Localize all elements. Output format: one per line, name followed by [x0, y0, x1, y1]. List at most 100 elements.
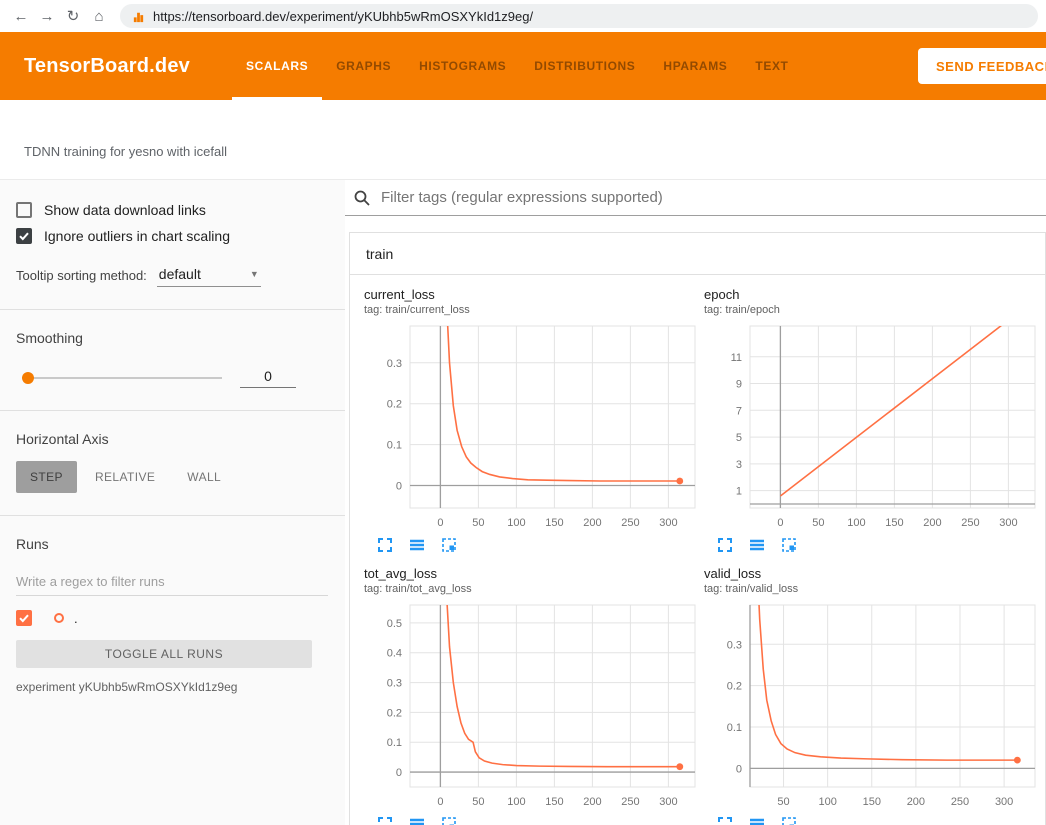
run-checkbox[interactable]	[16, 610, 32, 626]
content: Show data download links Ignore outliers…	[0, 180, 1046, 825]
ignore-outliers-checkbox[interactable]	[16, 228, 32, 244]
fit-domain-icon[interactable]	[440, 536, 458, 554]
expand-chart-icon[interactable]	[376, 536, 394, 554]
home-icon[interactable]: ⌂	[86, 3, 112, 29]
fit-domain-icon[interactable]	[780, 536, 798, 554]
toggle-all-runs-button[interactable]: TOGGLE ALL RUNS	[16, 640, 312, 668]
chart-tag: tag: train/epoch	[704, 304, 1040, 316]
data-table-icon[interactable]	[748, 536, 766, 554]
svg-text:0.1: 0.1	[387, 737, 402, 749]
browser-toolbar: ← → ↻ ⌂ https://tensorboard.dev/experime…	[0, 0, 1046, 32]
svg-text:50: 50	[812, 517, 824, 529]
svg-text:50: 50	[472, 517, 484, 529]
svg-text:200: 200	[583, 517, 601, 529]
tag-filter-input[interactable]	[381, 189, 1046, 206]
experiment-id: experiment yKUbhb5wRmOSXYkId1z9eg	[16, 680, 329, 694]
fit-domain-icon[interactable]	[780, 815, 798, 825]
tensorboard-logo[interactable]: TensorBoard.dev	[24, 55, 190, 78]
svg-text:0.2: 0.2	[387, 707, 402, 719]
run-color-icon	[54, 613, 64, 623]
tab-graphs[interactable]: GRAPHS	[322, 32, 405, 100]
svg-text:11: 11	[731, 352, 742, 364]
fit-domain-icon[interactable]	[440, 815, 458, 825]
svg-text:0: 0	[777, 517, 783, 529]
data-table-icon[interactable]	[408, 536, 426, 554]
svg-text:100: 100	[507, 796, 525, 808]
smoothing-value[interactable]: 0	[240, 368, 296, 388]
expand-chart-icon[interactable]	[716, 815, 734, 825]
step-button[interactable]: STEP	[16, 461, 77, 493]
chart-current-loss: current_loss tag: train/current_loss 050…	[364, 287, 700, 554]
svg-text:0.3: 0.3	[727, 639, 742, 651]
back-icon[interactable]: ←	[8, 3, 34, 29]
relative-button[interactable]: RELATIVE	[81, 461, 169, 493]
ignore-outliers-row[interactable]: Ignore outliers in chart scaling	[16, 228, 329, 244]
chart-tag: tag: train/tot_avg_loss	[364, 583, 700, 595]
svg-text:50: 50	[472, 796, 484, 808]
tensorboard-app: ← → ↻ ⌂ https://tensorboard.dev/experime…	[0, 0, 1046, 825]
svg-text:7: 7	[736, 405, 742, 417]
runs-filter-input[interactable]	[16, 568, 328, 596]
forward-icon[interactable]: →	[34, 3, 60, 29]
show-download-links-row[interactable]: Show data download links	[16, 202, 329, 218]
smoothing-slider[interactable]	[22, 371, 222, 385]
tensorboard-favicon-icon	[132, 10, 145, 23]
svg-text:0.4: 0.4	[387, 648, 402, 660]
svg-text:150: 150	[545, 517, 563, 529]
chart-toolbar	[716, 815, 1040, 825]
svg-text:300: 300	[999, 517, 1017, 529]
horizontal-axis-label: Horizontal Axis	[16, 431, 329, 447]
card-title: train	[366, 246, 393, 262]
tab-text[interactable]: TEXT	[741, 32, 802, 100]
svg-text:100: 100	[818, 796, 836, 808]
axis-button-group: STEP RELATIVE WALL	[16, 461, 329, 493]
svg-text:150: 150	[885, 517, 903, 529]
app-header: TensorBoard.dev SCALARS GRAPHS HISTOGRAM…	[0, 32, 1046, 100]
slider-thumb-icon[interactable]	[22, 372, 34, 384]
expand-chart-icon[interactable]	[716, 536, 734, 554]
chart-epoch: epoch tag: train/epoch 05010015020025030…	[704, 287, 1040, 554]
svg-text:1: 1	[736, 486, 742, 498]
chart-plot[interactable]: 05010015020025030000.10.20.3	[364, 322, 700, 534]
train-card-header[interactable]: train	[350, 233, 1045, 275]
tab-hparams[interactable]: HPARAMS	[649, 32, 741, 100]
chart-tot-avg-loss: tot_avg_loss tag: train/tot_avg_loss 050…	[364, 566, 700, 825]
show-download-links-checkbox[interactable]	[16, 202, 32, 218]
send-feedback-button[interactable]: SEND FEEDBACK	[918, 48, 1046, 84]
svg-text:150: 150	[545, 796, 563, 808]
experiment-description: TDNN training for yesno with icefall	[24, 144, 227, 159]
chart-plot[interactable]: 05010015020025030000.10.20.30.40.5	[364, 601, 700, 813]
svg-text:0: 0	[736, 763, 742, 775]
tooltip-sorting-dropdown[interactable]: default ▼	[157, 266, 261, 287]
chart-tag: tag: train/current_loss	[364, 304, 700, 316]
tab-histograms[interactable]: HISTOGRAMS	[405, 32, 520, 100]
svg-text:0: 0	[396, 767, 402, 779]
chart-toolbar	[376, 536, 700, 554]
svg-text:9: 9	[736, 379, 742, 391]
tag-filter-row	[345, 180, 1046, 216]
chart-toolbar	[716, 536, 1040, 554]
scalars-dashboard: train current_loss tag: train/current_lo…	[345, 180, 1046, 825]
wall-button[interactable]: WALL	[173, 461, 235, 493]
svg-text:300: 300	[659, 517, 677, 529]
address-bar[interactable]: https://tensorboard.dev/experiment/yKUbh…	[120, 4, 1038, 28]
tab-distributions[interactable]: DISTRIBUTIONS	[520, 32, 649, 100]
check-icon	[18, 612, 30, 624]
runs-label: Runs	[16, 536, 329, 552]
chart-title: epoch	[704, 287, 1040, 302]
chart-plot[interactable]: 5010015020025030000.10.20.3	[704, 601, 1040, 813]
svg-text:50: 50	[777, 796, 789, 808]
run-row[interactable]: .	[16, 610, 329, 626]
svg-text:0.1: 0.1	[387, 440, 402, 452]
slider-track	[22, 377, 222, 379]
chart-plot[interactable]: 0501001502002503001357911	[704, 322, 1040, 534]
reload-icon[interactable]: ↻	[60, 3, 86, 29]
tab-scalars[interactable]: SCALARS	[232, 32, 322, 100]
svg-text:0.5: 0.5	[387, 618, 402, 630]
svg-text:150: 150	[863, 796, 881, 808]
expand-chart-icon[interactable]	[376, 815, 394, 825]
data-table-icon[interactable]	[408, 815, 426, 825]
chart-tag: tag: train/valid_loss	[704, 583, 1040, 595]
tooltip-sorting-value: default	[159, 266, 201, 282]
data-table-icon[interactable]	[748, 815, 766, 825]
